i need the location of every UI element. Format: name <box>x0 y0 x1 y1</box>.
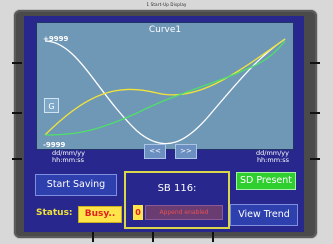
sb-count-badge: 0 <box>133 205 143 220</box>
curve-plot <box>44 38 286 145</box>
x-axis-end-time: hh:mm:ss <box>256 156 289 164</box>
bezel-tick <box>92 232 94 242</box>
green-curve <box>44 40 286 136</box>
x-axis-end-label: dd/mm/yy hh:mm:ss <box>256 150 289 164</box>
caption: 1 Start-Up Display <box>146 2 187 7</box>
bezel-tick <box>12 158 22 160</box>
bezel-tick <box>310 112 320 114</box>
bezel-tick <box>310 62 320 64</box>
yellow-curve <box>44 38 286 136</box>
scroll-back-button[interactable]: << <box>144 144 166 159</box>
bezel-tick <box>12 62 22 64</box>
view-trend-button[interactable]: View Trend <box>230 204 298 226</box>
bezel-tick <box>152 232 154 242</box>
sb-panel: SB 116: 0 Append enabled <box>124 171 230 229</box>
x-axis-start-time: hh:mm:ss <box>52 156 85 164</box>
x-axis-start-label: dd/mm/yy hh:mm:ss <box>52 150 85 164</box>
start-saving-button[interactable]: Start Saving <box>35 174 117 196</box>
bezel-tick <box>12 112 22 114</box>
y-axis-max-label: +9999 <box>43 35 69 43</box>
bezel-tick <box>212 232 214 242</box>
status-label: Status: <box>36 208 73 218</box>
curve-chart: Curve1 +9999 -9999 <box>36 22 294 150</box>
append-enabled-indicator: Append enabled <box>145 205 223 220</box>
y-axis-min-label: -9999 <box>43 141 66 149</box>
chart-title: Curve1 <box>148 25 182 35</box>
g-button[interactable]: G <box>44 98 59 113</box>
bezel-tick <box>310 158 320 160</box>
status-badge: Busy.. <box>78 206 122 223</box>
hmi-screen: Curve1 +9999 -9999 G dd/mm/yy hh:mm:ss d… <box>24 16 304 232</box>
sd-present-indicator: SD Present <box>236 172 296 190</box>
sb-title: SB 116: <box>157 183 197 194</box>
white-curve <box>44 38 286 145</box>
scroll-forward-button[interactable]: >> <box>175 144 197 159</box>
